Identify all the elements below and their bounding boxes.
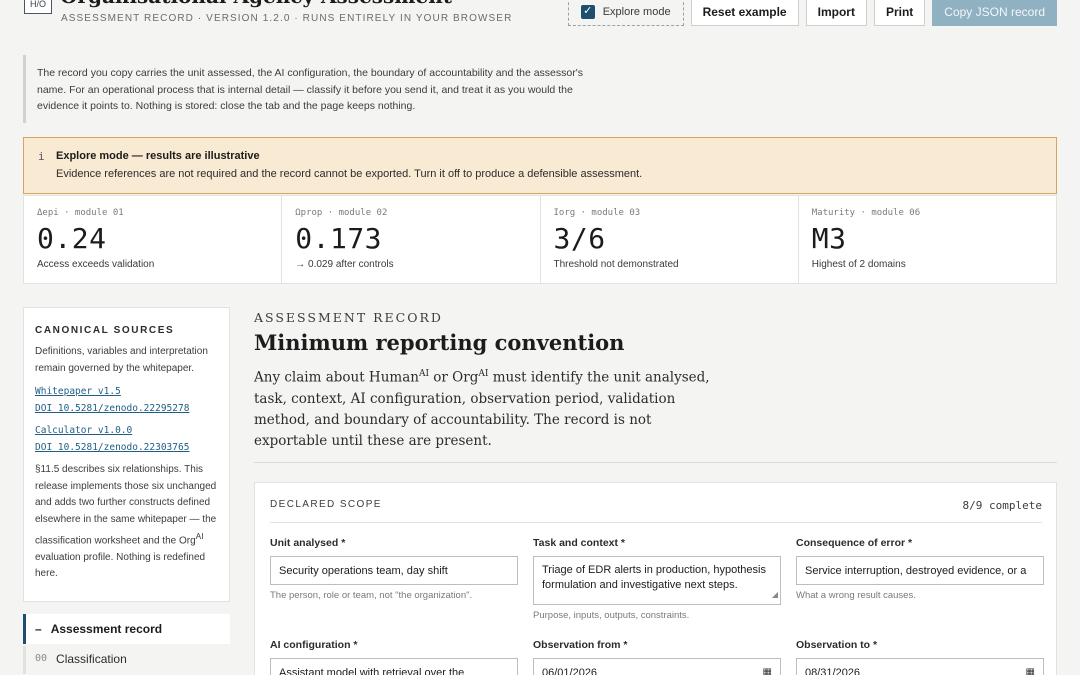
declared-scope-card: DECLARED SCOPE 8/9 complete Unit analyse… <box>254 482 1057 675</box>
metric-value: 0.24 <box>37 222 107 255</box>
calendar-icon[interactable]: ▦ <box>763 667 772 675</box>
scope-heading: DECLARED SCOPE <box>270 499 382 510</box>
field-label: Observation from * <box>533 639 628 651</box>
task-context-field: Task and context * Triage of EDR alerts … <box>533 537 781 621</box>
consequence-field: Consequence of error * Service interrupt… <box>796 537 1044 601</box>
field-hint: Purpose, inputs, outputs, constraints. <box>533 610 690 621</box>
app-logo: H/O <box>24 0 52 14</box>
metric-value: 3/6 <box>553 222 606 255</box>
nav-label: Classification <box>56 652 127 666</box>
metric-card: Δepi · module 01 0.24 Access exceeds val… <box>24 196 283 283</box>
explore-mode-label: Explore mode <box>602 5 671 18</box>
resize-handle-icon[interactable]: ◢ <box>772 588 778 603</box>
metric-card: Maturity · module 06 M3 Highest of 2 dom… <box>799 196 1056 283</box>
banner-title: Explore mode — results are illustrative <box>56 150 260 162</box>
field-label: Observation to * <box>796 639 878 651</box>
metric-note: Highest of 2 domains <box>811 259 906 270</box>
copy-json-record-button[interactable]: Copy JSON record <box>932 0 1057 26</box>
sources-intro: Definitions, variables and interpretatio… <box>35 346 208 374</box>
section-lede: Any claim about HumanAI or OrgAI must id… <box>254 369 710 449</box>
metric-card: Ωprop · module 02 0.173 → 0.029 after co… <box>282 196 541 283</box>
scope-divider <box>270 522 1042 523</box>
observation-to-date-input[interactable]: 08/31/2026 ▦ <box>796 658 1044 675</box>
app-subtitle: ASSESSMENT RECORD · VERSION 1.2.0 · RUNS… <box>61 13 513 24</box>
observation-from-field: Observation from * 06/01/2026 ▦ <box>533 639 781 675</box>
metric-note: → 0.029 after controls <box>295 259 394 270</box>
field-label: Unit analysed * <box>270 537 346 549</box>
nav-label: Assessment record <box>50 622 163 636</box>
consequence-input[interactable]: Service interruption, destroyed evidence… <box>796 556 1044 585</box>
observation-to-field: Observation to * 08/31/2026 ▦ <box>796 639 1044 675</box>
field-hint: The person, role or team, not "the organ… <box>270 590 473 601</box>
nav-item-assessment-record[interactable]: – Assessment record <box>23 614 230 644</box>
metrics-strip: Δepi · module 01 0.24 Access exceeds val… <box>23 195 1057 284</box>
metric-label: Maturity · module 06 <box>811 208 921 218</box>
completion-count: 8/9 complete <box>962 499 1042 512</box>
unit-analysed-input[interactable]: Security operations team, day shift <box>270 556 518 585</box>
calculator-doi-link[interactable]: DOI 10.5281/zenodo.22303765 <box>35 440 218 457</box>
sources-body: §11.5 describes six relationships. This … <box>35 464 217 580</box>
whitepaper-link[interactable]: Whitepaper v1.5 <box>35 384 218 401</box>
metric-label: Δepi · module 01 <box>37 208 124 218</box>
banner-text: Evidence references are not required and… <box>56 168 643 180</box>
toolbar: ✓ Explore mode Reset example Import Prin… <box>567 0 1057 26</box>
field-hint: What a wrong result causes. <box>796 590 916 601</box>
metric-label: Iorg · module 03 <box>553 208 641 218</box>
metric-label: Ωprop · module 02 <box>295 208 388 218</box>
calendar-icon[interactable]: ▦ <box>1026 667 1035 675</box>
privacy-notice: The record you copy carries the unit ass… <box>23 55 583 123</box>
observation-from-date-input[interactable]: 06/01/2026 ▦ <box>533 658 781 675</box>
section-divider <box>254 462 1057 463</box>
unit-analysed-field: Unit analysed * Security operations team… <box>270 537 518 601</box>
ai-configuration-input[interactable]: Assistant model with retrieval over the <box>270 658 518 675</box>
field-label: Task and context * <box>533 537 625 549</box>
metric-note: Access exceeds validation <box>37 259 155 270</box>
nav-number: 00 <box>35 653 48 664</box>
sources-heading: CANONICAL SOURCES <box>35 325 175 336</box>
import-button[interactable]: Import <box>805 0 867 26</box>
explore-mode-checkbox[interactable]: ✓ <box>580 4 595 19</box>
ai-configuration-field: AI configuration * Assistant model with … <box>270 639 518 675</box>
info-icon: i <box>38 150 45 163</box>
task-context-textarea[interactable]: Triage of EDR alerts in production, hypo… <box>533 556 781 605</box>
print-button[interactable]: Print <box>873 0 926 26</box>
field-label: Consequence of error * <box>796 537 913 549</box>
metric-value: 0.173 <box>295 222 383 255</box>
section-eyebrow: ASSESSMENT RECORD <box>254 310 443 325</box>
nav-item-classification[interactable]: 00 Classification <box>23 646 230 674</box>
explore-mode-toggle[interactable]: ✓ Explore mode <box>567 0 684 26</box>
metric-note: Threshold not demonstrated <box>553 259 679 270</box>
checkmark-icon: ✓ <box>583 5 593 17</box>
calculator-link[interactable]: Calculator v1.0.0 <box>35 423 218 440</box>
metric-card: Iorg · module 03 3/6 Threshold not demon… <box>541 196 799 283</box>
canonical-sources-panel: CANONICAL SOURCES Definitions, variables… <box>23 307 230 602</box>
nav-marker: – <box>35 622 42 636</box>
app-title: Organisational Agency Assessment <box>60 0 452 8</box>
field-label: AI configuration * <box>270 639 358 651</box>
reset-example-button[interactable]: Reset example <box>690 0 799 26</box>
metric-value: M3 <box>811 222 847 255</box>
whitepaper-doi-link[interactable]: DOI 10.5281/zenodo.22295278 <box>35 401 218 418</box>
explore-mode-banner: i Explore mode — results are illustrativ… <box>23 137 1057 194</box>
page-title: Minimum reporting convention <box>254 330 625 355</box>
